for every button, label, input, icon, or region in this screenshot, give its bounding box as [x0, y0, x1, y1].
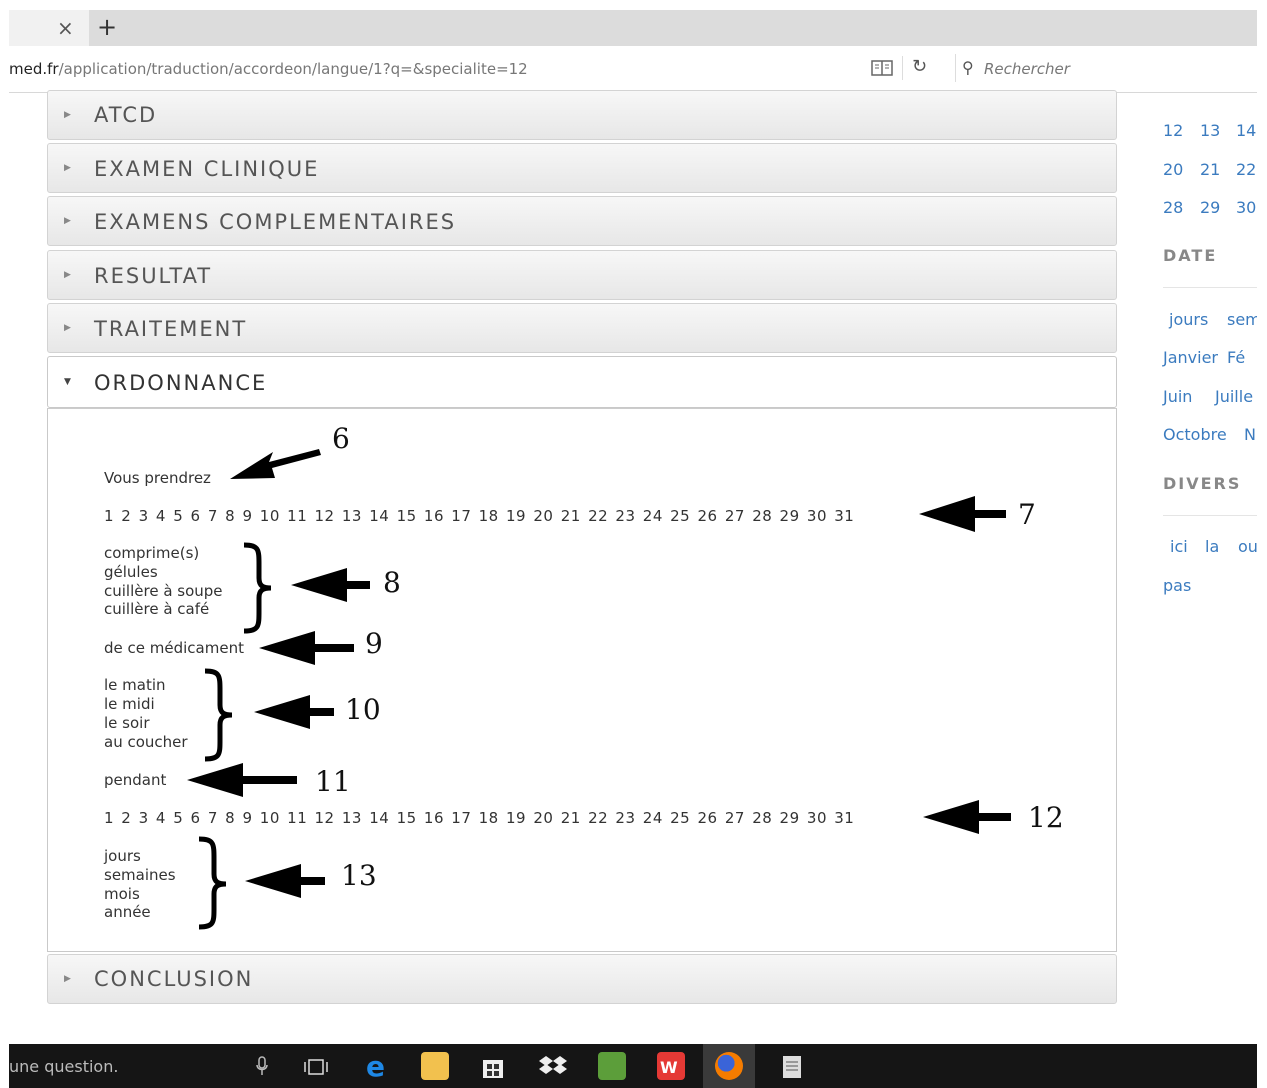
- calendar-day[interactable]: 20: [1163, 160, 1183, 179]
- calendar-day[interactable]: 14: [1236, 121, 1256, 140]
- calendar-day[interactable]: 21: [1200, 160, 1220, 179]
- edge-icon[interactable]: e: [363, 1050, 391, 1083]
- annotation-label-9: 9: [365, 627, 383, 660]
- evernote-icon[interactable]: [598, 1052, 626, 1080]
- calendar-day[interactable]: 28: [1163, 198, 1183, 217]
- brace-8: [243, 542, 272, 634]
- annotation-label-10: 10: [345, 693, 381, 726]
- calendar-day[interactable]: 30: [1236, 198, 1256, 217]
- annotation-overlay: [187, 449, 1011, 930]
- divers-link[interactable]: la: [1205, 537, 1219, 556]
- date-link[interactable]: Juin: [1163, 387, 1192, 406]
- wps-office-icon[interactable]: W: [657, 1052, 685, 1080]
- date-link[interactable]: jours: [1169, 310, 1208, 329]
- right-sidebar: 12 13 14 20 21 22 28 29 30 DATE jours se…: [1163, 92, 1257, 972]
- annotation-label-13: 13: [341, 859, 377, 892]
- taskbar: une question. e W: [9, 1044, 1257, 1088]
- microphone-icon[interactable]: [255, 1056, 269, 1076]
- date-link[interactable]: Octobre: [1163, 425, 1227, 444]
- arrow-12: [923, 800, 1011, 834]
- accordion-title: CONCLUSION: [94, 967, 254, 991]
- annotation-label-8: 8: [383, 566, 401, 599]
- divers-link[interactable]: ou: [1238, 537, 1257, 556]
- arrow-8: [291, 568, 370, 602]
- file-explorer-icon[interactable]: [421, 1052, 449, 1080]
- arrow-7: [919, 496, 1006, 532]
- date-heading: DATE: [1163, 246, 1218, 265]
- date-link[interactable]: Juille: [1215, 387, 1253, 406]
- caret-right-icon: ▶: [64, 974, 71, 984]
- arrow-10: [254, 695, 334, 729]
- notes-app-icon[interactable]: [777, 1052, 805, 1080]
- calendar-day[interactable]: 12: [1163, 121, 1183, 140]
- firefox-icon[interactable]: [715, 1052, 743, 1080]
- divider: [1163, 287, 1257, 288]
- calendar-day[interactable]: 22: [1236, 160, 1256, 179]
- divider: [1163, 515, 1257, 516]
- brace-13: [198, 836, 227, 930]
- annotation-label-7: 7: [1018, 498, 1036, 531]
- annotation-label-12: 12: [1028, 801, 1064, 834]
- brace-10: [204, 668, 233, 762]
- calendar-day[interactable]: 13: [1200, 121, 1220, 140]
- cortana-search[interactable]: une question.: [9, 1057, 118, 1076]
- accordion-conclusion[interactable]: ▶ CONCLUSION: [47, 954, 1117, 1004]
- browser-window: × + med.fr/application/traduction/accord…: [9, 10, 1257, 1088]
- calendar-day[interactable]: 29: [1200, 198, 1220, 217]
- arrow-13: [245, 864, 325, 898]
- date-link[interactable]: Janvier: [1163, 348, 1218, 367]
- svg-text:W: W: [660, 1058, 678, 1077]
- date-link[interactable]: N: [1244, 425, 1256, 444]
- arrow-11: [187, 763, 297, 797]
- annotation-label-11: 11: [315, 765, 351, 798]
- dropbox-icon[interactable]: [539, 1052, 567, 1080]
- date-link[interactable]: sem: [1227, 310, 1257, 329]
- annotation-label-6: 6: [332, 422, 350, 455]
- divers-link[interactable]: pas: [1163, 576, 1191, 595]
- divers-link[interactable]: ici: [1170, 537, 1188, 556]
- divers-heading: DIVERS: [1163, 474, 1242, 493]
- date-link[interactable]: Fé: [1227, 348, 1245, 367]
- svg-text:e: e: [366, 1052, 385, 1080]
- store-icon[interactable]: [479, 1052, 507, 1080]
- arrow-6: [230, 449, 321, 479]
- task-view-icon[interactable]: [303, 1058, 329, 1076]
- arrow-9: [259, 631, 354, 665]
